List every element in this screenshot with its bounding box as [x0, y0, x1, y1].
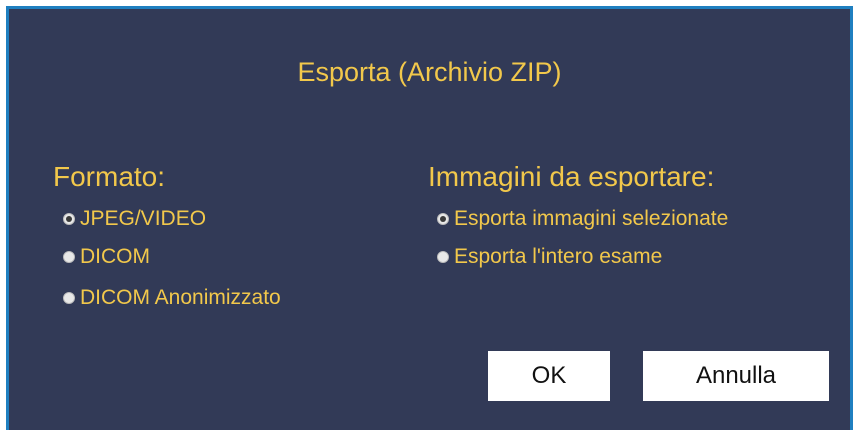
radio-entire-exam[interactable] — [437, 251, 449, 263]
format-option-jpeg-video[interactable]: JPEG/VIDEO — [63, 207, 206, 231]
format-option-dicom-anonimizzato[interactable]: DICOM Anonimizzato — [63, 286, 281, 310]
format-option-dicom[interactable]: DICOM — [63, 245, 150, 269]
images-option-label: Esporta immagini selezionate — [454, 207, 729, 230]
radio-dicom[interactable] — [63, 251, 75, 263]
images-option-label: Esporta l'intero esame — [454, 245, 663, 268]
radio-selected-images[interactable] — [437, 213, 449, 225]
format-heading: Formato: — [53, 161, 166, 192]
images-option-selected[interactable]: Esporta immagini selezionate — [437, 207, 728, 231]
format-option-label: DICOM Anonimizzato — [80, 286, 281, 309]
radio-jpeg-video[interactable] — [63, 213, 75, 225]
images-heading: Immagini da esportare: — [428, 161, 715, 192]
format-option-label: DICOM — [80, 245, 150, 268]
ok-button[interactable]: OK — [488, 351, 610, 401]
window-frame: Esporta (Archivio ZIP) Formato: JPEG/VID… — [0, 0, 859, 430]
export-dialog: Esporta (Archivio ZIP) Formato: JPEG/VID… — [6, 6, 853, 430]
dialog-title: Esporta (Archivio ZIP) — [297, 57, 562, 87]
images-option-entire-exam[interactable]: Esporta l'intero esame — [437, 245, 662, 269]
format-option-label: JPEG/VIDEO — [80, 207, 207, 230]
radio-dicom-anonimizzato[interactable] — [63, 292, 75, 304]
cancel-button[interactable]: Annulla — [643, 351, 829, 401]
